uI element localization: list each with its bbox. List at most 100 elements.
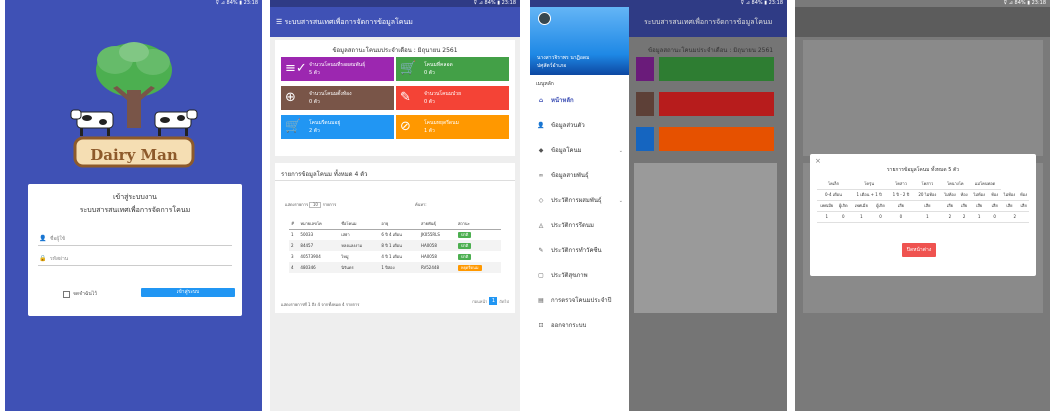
close-modal-button[interactable]: ปิดหน้าต่าง xyxy=(902,243,936,257)
column-header[interactable]: สถานะ xyxy=(455,218,501,230)
summary-tile[interactable]: ⊘ โคนมหยุดรีดนม 1 ตัว xyxy=(396,115,509,139)
summary-tile[interactable]: 🛒 โคนมรีดนมอยู่ 2 ตัว xyxy=(281,115,394,139)
summary-cell: ท้อง xyxy=(958,189,970,201)
page-1-button[interactable]: 1 xyxy=(489,297,498,305)
chevron-down-icon: ⌄ xyxy=(618,198,623,204)
search-control[interactable]: ค้นหา: xyxy=(415,201,427,208)
show-label: แสดงรายการ xyxy=(285,202,309,207)
column-header[interactable]: หมายเลขโค xyxy=(298,218,340,230)
summary-tile[interactable]: ≡✓ จำนวนโคนมที่รอผสมพันธุ์ 5 ตัว xyxy=(281,57,394,81)
logo-app-name: Dairy Man xyxy=(90,146,178,164)
drawer-item[interactable]: ∞ ข้อมูลสายพันธุ์ xyxy=(530,170,629,182)
person-icon: 👤 xyxy=(39,235,47,242)
herd-summary-modal: × รายการข้อมูลโคนม ทั้งหมด 5 ตัว โคเล็กโ… xyxy=(810,154,1036,276)
cart-icon: 🛒 xyxy=(400,61,417,76)
column-header[interactable]: อายุ xyxy=(379,218,419,230)
drawer-item[interactable]: ◆ ข้อมูลโคนม ⌄ xyxy=(530,145,629,157)
divider xyxy=(275,180,515,181)
drawer-item-label: ข้อมูลสายพันธุ์ xyxy=(551,172,589,179)
summary-cell: เพศเมีย xyxy=(817,200,837,212)
summary-tile[interactable]: 🛒 โคนมที่คลอด 0 ตัว xyxy=(396,57,509,81)
menu-icon[interactable]: ☰ xyxy=(276,18,282,26)
dimmed-tile xyxy=(636,57,654,81)
summary-cell: 1 xyxy=(817,211,837,223)
table-cell: ปกติ xyxy=(456,229,501,240)
summary-cell: ผู้เกิด xyxy=(872,200,889,212)
app-title: ระบบสารสนเทศเพื่อการจัดการข้อมูลโคนม xyxy=(284,18,413,26)
summary-cell: ไม่ท้อง xyxy=(969,189,989,201)
tile-value: 0 ตัว xyxy=(424,70,435,76)
summary-cell: เพศเมีย xyxy=(849,200,873,212)
close-icon[interactable]: × xyxy=(815,157,821,165)
table-cell: HA0058 xyxy=(418,240,456,251)
table-cell: 50033 xyxy=(300,232,314,238)
remember-me[interactable]: จดจำฉันไว้ xyxy=(63,290,97,298)
report-icon: ▤ xyxy=(538,297,544,304)
summary-tile[interactable]: ⊕ จำนวนโคนมตั้งท้อง 0 ตัว xyxy=(281,86,394,110)
drawer-item[interactable]: ◇ ประวัติการผสมพันธุ์ ⌄ xyxy=(530,195,629,207)
dimmed-tile xyxy=(659,127,774,151)
drawer-item[interactable]: ⌂ หน้าหลัก xyxy=(530,95,629,107)
drawer-item[interactable]: ▢ ประวัติสุขภาพ xyxy=(530,270,629,282)
table-cell: 2 xyxy=(289,240,299,251)
diamond-icon: ◇ xyxy=(538,197,544,204)
drawer-item[interactable]: ◬ ประวัติการรีดนม xyxy=(530,220,629,232)
table-cell: 1 xyxy=(291,232,294,238)
drawer-item-label: ประวัติการผสมพันธุ์ xyxy=(551,197,602,204)
table-row[interactable]: 2 84457 หลงแลงงาม 8 ปี 1 เดือน HA0058 ปกติ xyxy=(289,240,501,251)
clipboard-icon: ▢ xyxy=(538,272,544,279)
tile-label: โคนมที่คลอด xyxy=(424,62,453,68)
summary-cell: 1 xyxy=(969,211,989,223)
playlist-check-icon: ≡✓ xyxy=(285,61,307,76)
status-badge: หยุดรีดนม xyxy=(457,264,482,271)
table-row[interactable]: 3 40573904 ไหมู่ 4 ปี 1 เดือน HA0058 ปกติ xyxy=(289,251,501,262)
summary-cell: เสีย xyxy=(913,200,942,212)
avatar[interactable] xyxy=(538,12,551,25)
table-row[interactable]: 4 480346 นิรันดร 1 ปีสอง RV52448 หยุดรีดนม xyxy=(289,262,501,273)
remember-checkbox[interactable] xyxy=(63,290,70,298)
column-header[interactable]: สายพันธุ์ xyxy=(418,218,456,230)
drawer-item[interactable]: ▤ การตรวจโคนมประจำปี xyxy=(530,295,629,307)
status-bar: ⊽ ⊿ 84% ▮ 23:18 xyxy=(530,0,787,7)
dimmed-tile xyxy=(659,57,774,81)
page-length-select[interactable]: 10 xyxy=(309,202,322,208)
drawer-item-label: ข้อมูลส่วนตัว xyxy=(551,122,585,129)
table-cell: 4 xyxy=(289,262,299,273)
drawer-item[interactable]: ⊡ ออกจากระบบ xyxy=(530,320,629,332)
prev-page-button[interactable]: ก่อนหน้า xyxy=(472,298,487,305)
summary-cell: 0 xyxy=(888,211,914,223)
block-icon: ⊘ xyxy=(400,119,411,134)
column-header[interactable]: # xyxy=(289,218,299,230)
tile-value: 2 ตัว xyxy=(309,128,320,134)
summary-cell: 2 xyxy=(958,211,970,223)
login-button[interactable]: เข้าสู่ระบบ xyxy=(141,288,235,297)
password-field[interactable]: 🔒 รหัสผ่าน xyxy=(38,252,232,266)
page-length-control: แสดงรายการ 10 รายการ xyxy=(285,201,336,208)
table-cell: 1 ปีสอง xyxy=(379,262,419,273)
drawer-item[interactable]: ✎ ประวัติการทำวัคซีน xyxy=(530,245,629,257)
drawer-item-label: ประวัติการรีดนม xyxy=(551,222,594,229)
drawer-item-label: ประวัติการทำวัคซีน xyxy=(551,247,602,254)
table-row[interactable]: 1 50033 เสย่า 6 ปี 4 เดือน JK055RLS ปกติ xyxy=(289,229,501,240)
summary-cell: 0 xyxy=(836,211,850,223)
table-cell: ปกติ xyxy=(455,240,501,251)
tile-label: จำนวนโคนมป่วย xyxy=(424,91,462,97)
summary-cell: 0 xyxy=(872,211,889,223)
table-cell: 6 ปี 4 เดือน xyxy=(381,232,402,238)
summary-cell: ไม่ท้อง xyxy=(941,189,959,201)
next-page-button[interactable]: ถัดไป xyxy=(499,298,509,305)
column-header[interactable]: ชื่อโคนม xyxy=(339,218,380,230)
cart-plus-icon: 🛒 xyxy=(285,119,302,134)
tile-value: 5 ตัว xyxy=(309,70,320,76)
status-bar: ⊽ ⊿ 84% ▮ 23:18 xyxy=(215,0,258,6)
home-icon: ⌂ xyxy=(538,97,544,104)
table-cell: RV52448 xyxy=(418,262,456,273)
summary-tile[interactable]: ✎ จำนวนโคนมป่วย 0 ตัว xyxy=(396,86,509,110)
drawer-item[interactable]: 👤 ข้อมูลส่วนตัว xyxy=(530,120,629,132)
login-screen: ⊽ ⊿ 84% ▮ 23:18 Dairy Man เข้าสู่ระบบงาน… xyxy=(5,0,262,411)
table-info: แสดงรายการที่ 1 ถึง 4 จากทั้งหมด 4 รายกา… xyxy=(281,302,360,307)
table-cell: 8 ปี 1 เดือน xyxy=(379,240,419,251)
dimmed-tile xyxy=(636,92,654,116)
username-field[interactable]: 👤 ชื่อผู้ใช้ xyxy=(38,232,232,246)
table-cell: 480346 xyxy=(298,262,340,273)
